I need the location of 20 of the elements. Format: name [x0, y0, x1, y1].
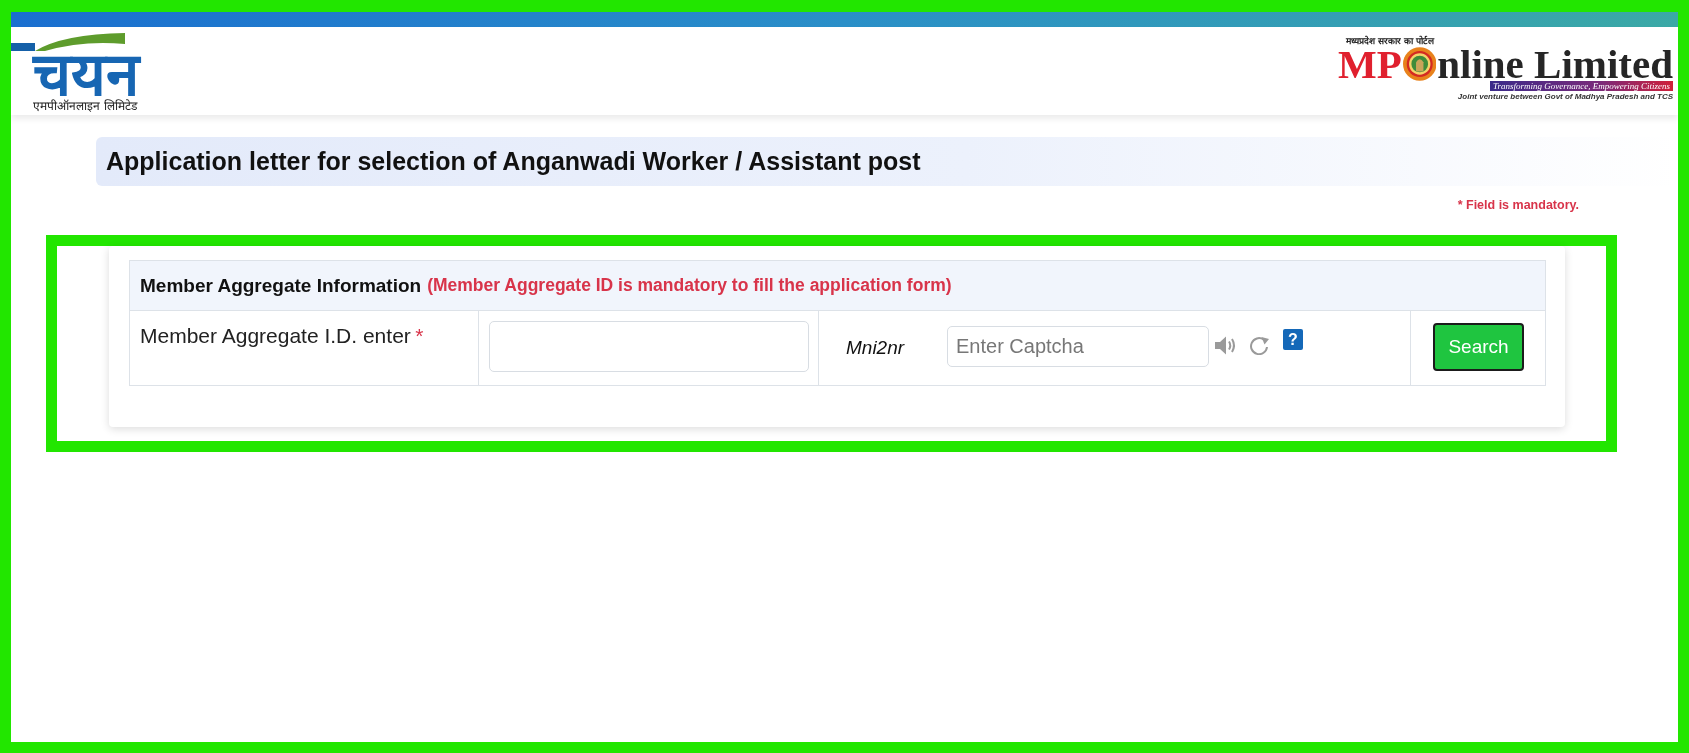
- logo-caption: मध्यप्रदेश सरकार का पोर्टल: [1346, 36, 1435, 47]
- logo-name-part: nline Limited: [1437, 47, 1673, 81]
- input-field[interactable]: [489, 321, 809, 372]
- field-label: Member Aggregate I.D. enter: [140, 324, 411, 347]
- tagline-banner: Transforming Governance, Empowering Citizens: [1490, 81, 1673, 91]
- captcha-field[interactable]: Enter Captcha: [947, 325, 1209, 367]
- mandatory-note: * Field is mandatory.: [1457, 197, 1579, 213]
- emblem-icon: [1402, 46, 1437, 82]
- logo-swoosh-icon: [11, 33, 126, 51]
- captcha-text: Mni2nr: [846, 337, 906, 359]
- logo-note: Joint venture between Govt of Madhya Pradesh and TCS: [1457, 92, 1673, 102]
- logo-name-part: MP: [1338, 47, 1402, 81]
- required-marker: *: [415, 324, 424, 347]
- section-note: (Member Aggregate ID is mandatory to fill the application form): [427, 275, 952, 296]
- speaker-icon[interactable]: [1215, 335, 1238, 355]
- logo-text: चयन: [33, 49, 139, 99]
- logo-subtitle: एमपीऑनलाइन लिमिटेड: [33, 99, 137, 113]
- refresh-icon[interactable]: [1248, 335, 1271, 355]
- section-title: Member Aggregate Information: [140, 274, 422, 297]
- help-button[interactable]: ?: [1283, 328, 1303, 350]
